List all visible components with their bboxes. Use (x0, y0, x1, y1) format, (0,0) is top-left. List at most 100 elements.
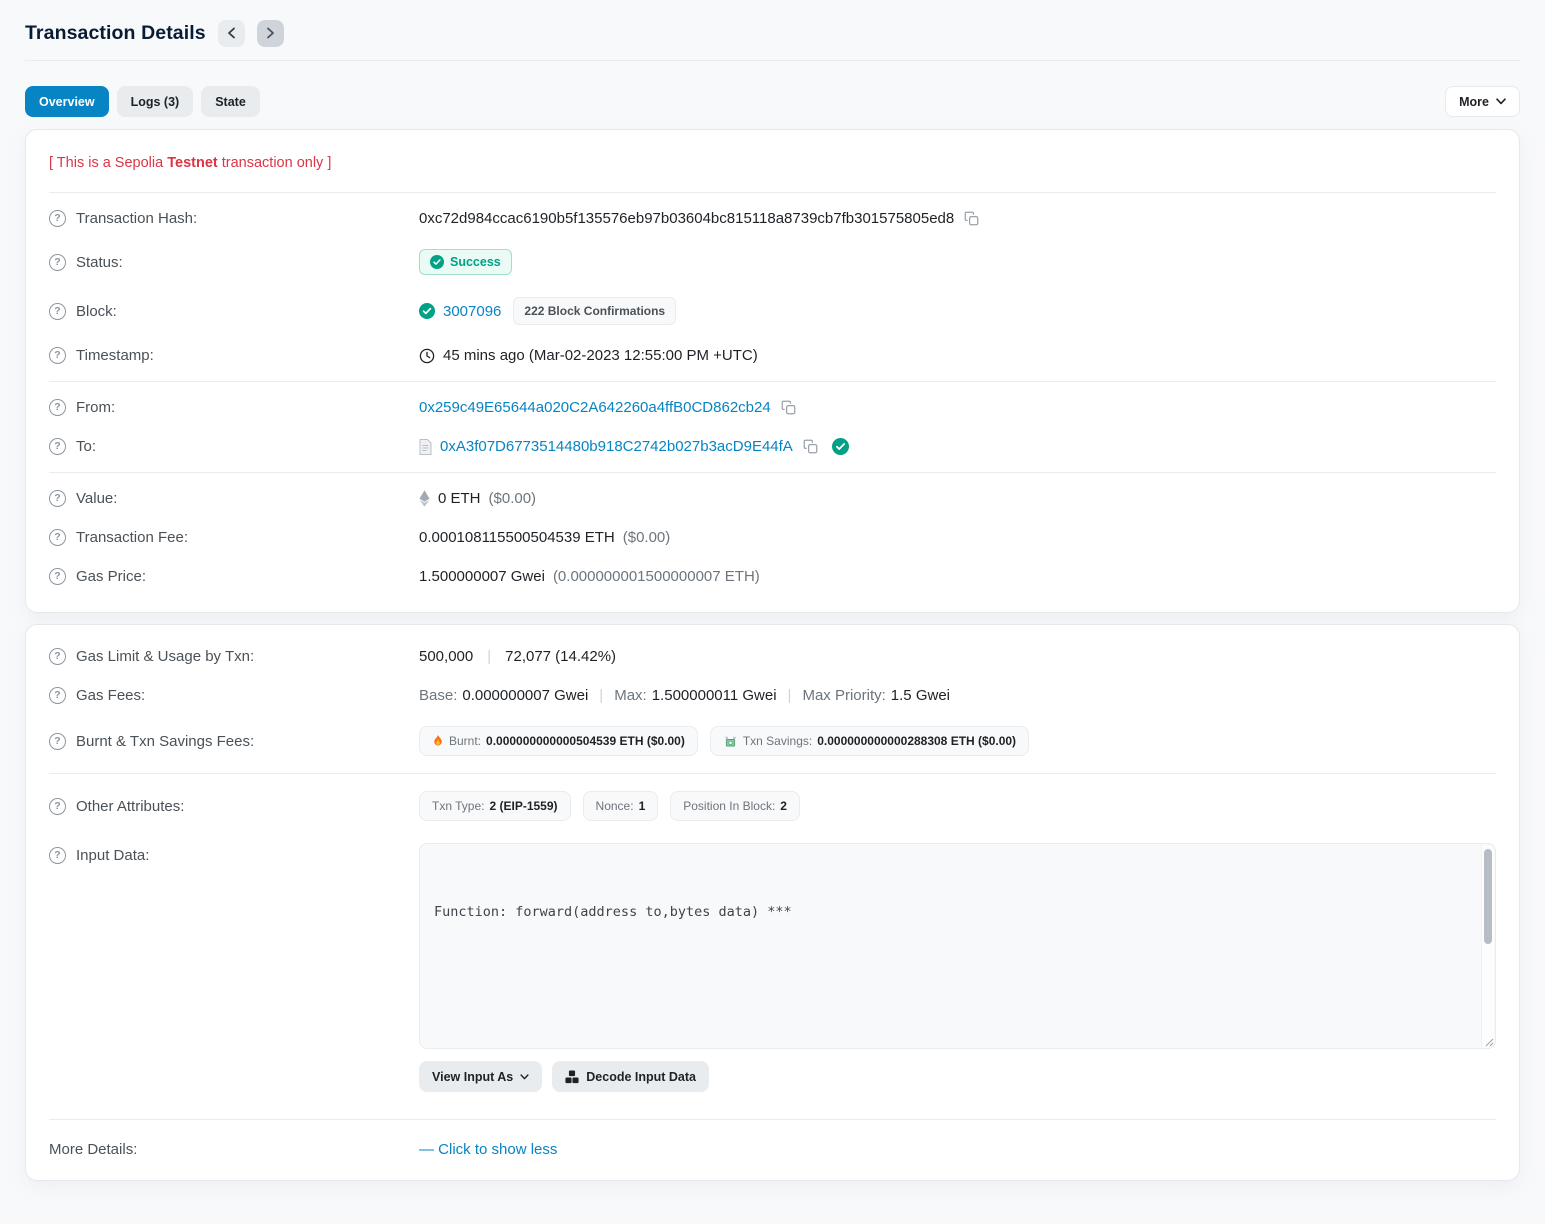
input-data-textarea[interactable]: Function: forward(address to,bytes data)… (419, 843, 1496, 1049)
block-confirmations-badge: 222 Block Confirmations (513, 297, 676, 325)
block-number-link[interactable]: 3007096 (443, 303, 501, 320)
copy-to-address-button[interactable] (801, 439, 820, 454)
input-data-line: Function: forward(address to,bytes data)… (434, 900, 1467, 924)
previous-transaction-button[interactable] (218, 20, 245, 47)
scrollbar-track[interactable] (1481, 845, 1494, 1047)
value-usd: ($0.00) (489, 490, 537, 507)
next-transaction-button[interactable] (257, 20, 284, 47)
eth-icon (419, 490, 430, 507)
divider (49, 381, 1496, 382)
status-label-group: ? Status: (49, 254, 419, 271)
burnt-label: Burnt: (449, 734, 481, 748)
money-wings-icon (723, 735, 738, 748)
max-fee-value: 1.500000011 Gwei (652, 687, 777, 704)
page-header: Transaction Details (25, 0, 1520, 47)
help-icon[interactable]: ? (49, 303, 66, 320)
status-row: ? Status: Success (49, 238, 1496, 286)
nonce-label: Nonce: (596, 799, 634, 813)
timestamp-row: ? Timestamp: 45 mins ago (Mar-02-2023 12… (49, 336, 1496, 375)
burnt-fees-label-group: ? Burnt & Txn Savings Fees: (49, 733, 419, 750)
header-divider (25, 60, 1520, 61)
gas-price-amount: 1.500000007 Gwei (419, 568, 545, 585)
tab-logs[interactable]: Logs (3) (117, 86, 194, 117)
decode-input-data-button[interactable]: Decode Input Data (552, 1061, 709, 1092)
chevron-down-icon (1496, 98, 1506, 105)
burnt-value: 0.000000000000504539 ETH ($0.00) (486, 734, 685, 748)
nonce-badge: Nonce: 1 (583, 791, 659, 821)
transaction-fee-usd: ($0.00) (623, 529, 671, 546)
tabs-row: Overview Logs (3) State More (25, 86, 1520, 117)
help-icon[interactable]: ? (49, 648, 66, 665)
transaction-fee-label-group: ? Transaction Fee: (49, 529, 419, 546)
more-details-row: More Details: — Click to show less (49, 1126, 1496, 1164)
chevron-left-icon (227, 27, 236, 39)
help-icon[interactable]: ? (49, 399, 66, 416)
other-attributes-label: Other Attributes: (76, 798, 184, 815)
help-icon[interactable]: ? (49, 733, 66, 750)
from-address-link[interactable]: 0x259c49E65644a020C2A642260a4ffB0CD862cb… (419, 399, 771, 416)
testnet-warning: [ This is a Sepolia Testnet transaction … (49, 138, 1496, 186)
status-text: Success (450, 255, 501, 269)
help-icon[interactable]: ? (49, 438, 66, 455)
resize-handle-icon[interactable] (1485, 1038, 1494, 1047)
separator: | (593, 687, 609, 704)
block-row: ? Block: 3007096 222 Block Confirmations (49, 286, 1496, 336)
copy-icon (964, 211, 979, 226)
help-icon[interactable]: ? (49, 847, 66, 864)
fire-icon (432, 734, 444, 748)
input-data-line (434, 972, 1467, 996)
more-label: More (1459, 95, 1489, 109)
chevron-right-icon (266, 27, 275, 39)
block-label-group: ? Block: (49, 303, 419, 320)
copy-from-address-button[interactable] (779, 400, 798, 415)
block-label: Block: (76, 303, 117, 320)
to-address-link[interactable]: 0xA3f07D6773514480b918C2742b027b3acD9E44… (440, 438, 793, 455)
base-fee-label: Base: (419, 687, 457, 704)
view-input-as-label: View Input As (432, 1070, 513, 1084)
divider (49, 472, 1496, 473)
warning-prefix: [ This is a Sepolia (49, 155, 167, 171)
help-icon[interactable]: ? (49, 254, 66, 271)
position-label: Position In Block: (683, 799, 775, 813)
finalized-check-icon (419, 303, 435, 319)
from-label: From: (76, 399, 115, 416)
transaction-fee-row: ? Transaction Fee: 0.000108115500504539 … (49, 518, 1496, 557)
transaction-hash-value: 0xc72d984ccac6190b5f135576eb97b03604bc81… (419, 210, 954, 227)
gas-used-value: 72,077 (14.42%) (505, 648, 616, 665)
click-to-show-less-link[interactable]: — Click to show less (419, 1141, 557, 1158)
help-icon[interactable]: ? (49, 687, 66, 704)
help-icon[interactable]: ? (49, 568, 66, 585)
contract-file-icon (419, 439, 432, 455)
tab-overview[interactable]: Overview (25, 86, 109, 117)
help-icon[interactable]: ? (49, 210, 66, 227)
from-label-group: ? From: (49, 399, 419, 416)
more-details-label: More Details: (49, 1141, 137, 1158)
more-dropdown-button[interactable]: More (1445, 86, 1520, 117)
transaction-fee-label: Transaction Fee: (76, 529, 188, 546)
txn-savings-value: 0.000000000000288308 ETH ($0.00) (817, 734, 1016, 748)
txn-type-label: Txn Type: (432, 799, 484, 813)
help-icon[interactable]: ? (49, 798, 66, 815)
help-icon[interactable]: ? (49, 529, 66, 546)
tab-state[interactable]: State (201, 86, 260, 117)
gas-fees-label: Gas Fees: (76, 687, 145, 704)
input-data-label: Input Data: (76, 847, 149, 864)
view-input-as-button[interactable]: View Input As (419, 1061, 542, 1092)
gas-price-row: ? Gas Price: 1.500000007 Gwei (0.0000000… (49, 557, 1496, 596)
txn-type-badge: Txn Type: 2 (EIP-1559) (419, 791, 571, 821)
help-icon[interactable]: ? (49, 347, 66, 364)
cubes-icon (565, 1070, 579, 1084)
gas-limit-label: Gas Limit & Usage by Txn: (76, 648, 254, 665)
scrollbar-thumb[interactable] (1484, 849, 1492, 944)
burnt-fees-row: ? Burnt & Txn Savings Fees: Burnt: 0.000… (49, 715, 1496, 767)
txn-savings-badge: Txn Savings: 0.000000000000288308 ETH ($… (710, 726, 1029, 756)
status-badge: Success (419, 249, 512, 275)
chevron-down-icon (520, 1074, 529, 1080)
position-in-block-badge: Position In Block: 2 (670, 791, 800, 821)
timestamp-label: Timestamp: (76, 347, 154, 364)
decode-input-data-label: Decode Input Data (586, 1070, 696, 1084)
input-data-actions: View Input As Decode Input Data (419, 1061, 1496, 1092)
to-row: ? To: 0xA3f07D6773514480b918C2742b027b3a… (49, 427, 1496, 466)
copy-transaction-hash-button[interactable] (962, 211, 981, 226)
help-icon[interactable]: ? (49, 490, 66, 507)
